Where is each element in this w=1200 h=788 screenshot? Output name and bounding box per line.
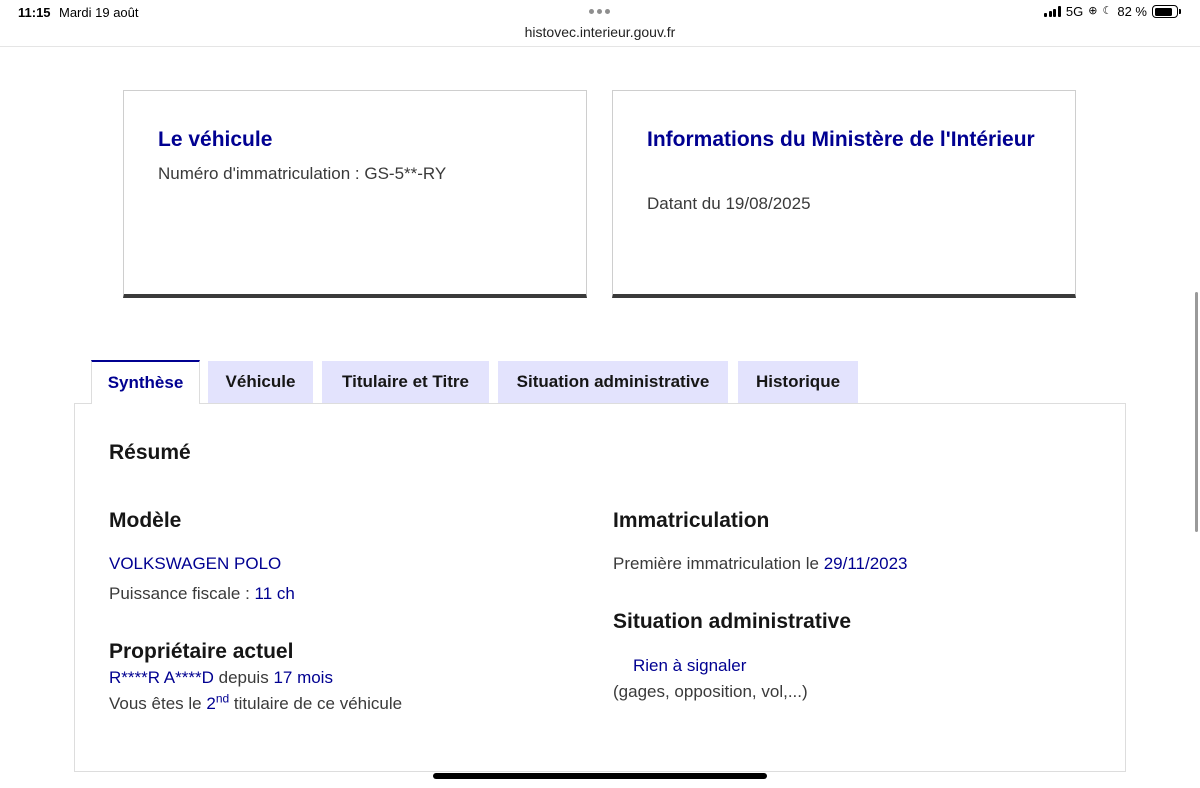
vehicle-card: Le véhicule Numéro d'immatriculation : G… <box>123 90 587 298</box>
status-indicators: 5G ⊕ ☾ 82 % <box>1044 4 1181 19</box>
status-time: 11:15 <box>18 5 51 20</box>
current-owner-title: Propriétaire actuel <box>109 640 294 663</box>
ministry-card: Informations du Ministère de l'Intérieur… <box>612 90 1076 298</box>
rotation-lock-icon: ⊕ <box>1088 5 1098 17</box>
holder-prefix: Vous êtes le <box>109 694 207 713</box>
fiscal-power: Puissance fiscale : 11 ch <box>109 584 295 604</box>
summary-title: Résumé <box>109 441 191 464</box>
synthese-panel: Résumé Modèle VOLKSWAGEN POLO Puissance … <box>74 403 1126 772</box>
status-date: Mardi 19 août <box>59 5 139 20</box>
registration-number: Numéro d'immatriculation : GS-5**-RY <box>158 164 447 183</box>
tab-synthese[interactable]: Synthèse <box>91 360 200 404</box>
battery-percentage: 82 % <box>1117 4 1147 19</box>
address-bar[interactable]: histovec.interieur.gouv.fr <box>0 24 1200 40</box>
holder-rank: 2 <box>206 694 216 713</box>
first-registration: Première immatriculation le 29/11/2023 <box>613 554 908 574</box>
tab-titulaire-et-titre[interactable]: Titulaire et Titre <box>322 361 489 403</box>
battery-fill <box>1154 7 1172 16</box>
tab-situation-administrative[interactable]: Situation administrative <box>498 361 728 403</box>
admin-status: Rien à signaler <box>633 656 747 675</box>
first-registration-label: Première immatriculation le <box>613 554 824 573</box>
home-indicator[interactable] <box>433 773 767 779</box>
tab-vehicule[interactable]: Véhicule <box>208 361 313 403</box>
vehicle-card-title: Le véhicule <box>158 128 273 151</box>
status-bar: 11:15 Mardi 19 août 5G ⊕ ☾ 82 % <box>0 0 1200 26</box>
model-name: VOLKSWAGEN POLO <box>109 554 282 573</box>
data-date: Datant du 19/08/2025 <box>647 194 811 213</box>
owner-since-value: 17 mois <box>273 668 333 687</box>
network-type: 5G <box>1065 4 1084 19</box>
owner-name: R****R A****D <box>109 668 214 687</box>
admin-situation-title: Situation administrative <box>613 610 852 633</box>
scrollbar-thumb[interactable] <box>1195 292 1198 532</box>
registration-title: Immatriculation <box>613 509 770 532</box>
holder-rank-text: Vous êtes le 2nd titulaire de ce véhicul… <box>109 691 403 714</box>
first-registration-date: 29/11/2023 <box>823 554 908 573</box>
fiscal-power-label: Puissance fiscale : <box>109 584 255 603</box>
owner-info: R****R A****D depuis 17 mois <box>109 668 333 688</box>
holder-suffix: titulaire de ce véhicule <box>229 694 403 713</box>
cellular-signal-icon <box>1044 6 1061 17</box>
multitasking-dots-icon[interactable] <box>589 9 610 14</box>
admin-details: (gages, opposition, vol,...) <box>613 682 808 701</box>
toolbar-divider <box>0 46 1200 47</box>
model-title: Modèle <box>109 509 182 532</box>
tab-historique[interactable]: Historique <box>738 361 858 403</box>
owner-since-label: depuis <box>213 668 274 687</box>
holder-rank-suffix: nd <box>215 691 230 706</box>
do-not-disturb-moon-icon: ☾ <box>1102 5 1113 17</box>
fiscal-power-value: 11 ch <box>254 584 295 603</box>
battery-icon <box>1152 5 1181 18</box>
ministry-card-title: Informations du Ministère de l'Intérieur <box>647 128 1035 151</box>
